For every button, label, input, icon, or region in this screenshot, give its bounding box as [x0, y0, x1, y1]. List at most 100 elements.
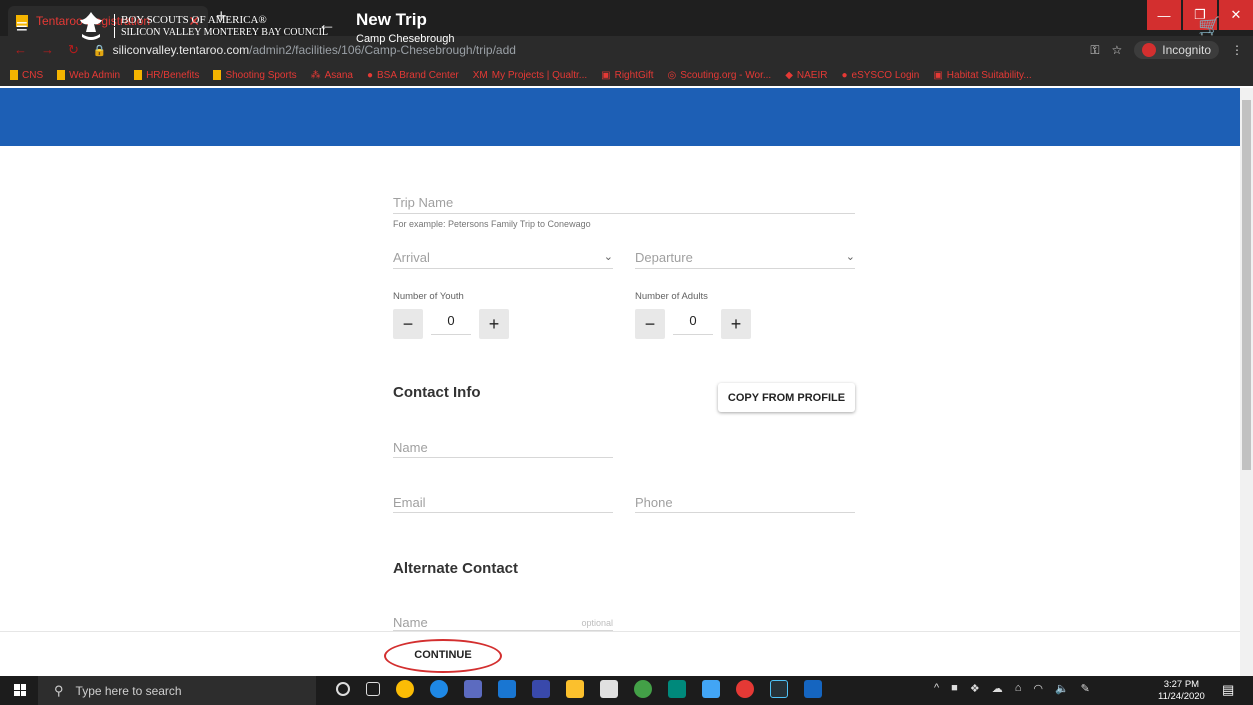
decrement-button[interactable]: −	[635, 309, 665, 339]
volume-icon[interactable]: 🔈	[1055, 682, 1069, 695]
clock-date: 11/24/2020	[1158, 691, 1205, 702]
bookmark-item[interactable]: ⁂ Asana	[311, 70, 353, 81]
bookmark-item[interactable]: ▣ RightGift	[601, 70, 653, 81]
youth-count[interactable]: 0	[431, 313, 471, 335]
more-menu-icon[interactable]: ⋮	[1231, 43, 1243, 57]
asana-icon: ⁂	[310, 69, 321, 81]
back-nav-icon[interactable]: ←	[14, 42, 27, 58]
bookmark-item[interactable]: ◆ NAEIR	[785, 70, 827, 81]
app-header	[0, 88, 1240, 146]
dropbox-icon[interactable]: ❖	[970, 682, 980, 695]
contact-name-input[interactable]: Name	[393, 439, 613, 458]
departure-select[interactable]: Departure ⌄	[635, 250, 855, 269]
url-field[interactable]: 🔒 siliconvalley.tentaroo.com /admin2/fac…	[93, 43, 516, 57]
url-path: /admin2/facilities/106/Camp-Chesebrough/…	[249, 43, 516, 57]
alternate-contact-heading: Alternate Contact	[393, 560, 519, 577]
sync-icon[interactable]	[634, 680, 652, 698]
star-icon[interactable]: ☆	[1112, 43, 1123, 57]
trip-name-input[interactable]: Trip Name	[393, 194, 855, 214]
adults-count[interactable]: 0	[673, 313, 713, 335]
continue-button[interactable]: CONTINUE	[388, 641, 498, 669]
pen-icon[interactable]: ✎	[1081, 682, 1090, 695]
phone-field[interactable]: Phone	[635, 494, 855, 513]
bookmark-item[interactable]: ◎ Scouting.org - Wor...	[668, 70, 772, 81]
address-bar-row: ← → ↻ 🔒 siliconvalley.tentaroo.com /admi…	[0, 36, 1253, 64]
folder-icon	[213, 70, 222, 80]
chevron-up-icon[interactable]: ^	[934, 682, 939, 695]
email-field[interactable]: Email	[393, 494, 613, 513]
taskbar-search-input[interactable]: ⚲ Type here to search	[38, 676, 316, 705]
increment-button[interactable]: +	[479, 309, 509, 339]
adults-label: Number of Adults	[635, 291, 708, 302]
network-icon[interactable]: ⌂	[1015, 682, 1022, 695]
folder-icon	[10, 70, 18, 80]
alt-name-placeholder: Name	[393, 615, 428, 630]
hamburger-menu-icon[interactable]: ≡	[16, 16, 28, 39]
qualtrics-icon: XM	[472, 69, 488, 81]
outlook-icon[interactable]	[498, 680, 516, 698]
page-title: New Trip	[356, 10, 427, 29]
word-icon[interactable]	[804, 680, 822, 698]
onedrive-icon[interactable]: ☁	[992, 682, 1003, 695]
email-placeholder: Email	[393, 495, 426, 510]
wifi-icon[interactable]: ◠	[1033, 682, 1043, 695]
bookmark-item[interactable]: Shooting Sports	[213, 70, 297, 81]
chrome-icon[interactable]	[396, 680, 414, 698]
edge-icon[interactable]	[430, 680, 448, 698]
close-window-icon[interactable]: ✕	[1219, 0, 1253, 30]
cart-icon[interactable]: 🛒	[1198, 16, 1220, 37]
file-explorer-icon[interactable]	[566, 680, 584, 698]
bookmark-item[interactable]: ▣ Habitat Suitability...	[933, 70, 1031, 81]
naeir-icon: ◆	[785, 69, 793, 81]
incognito-icon	[1142, 43, 1157, 57]
task-view-icon[interactable]	[366, 682, 380, 696]
copy-from-profile-button[interactable]: COPY FROM PROFILE	[718, 383, 855, 412]
bookmark-item[interactable]: XM My Projects | Qualtr...	[473, 70, 587, 81]
increment-button[interactable]: +	[721, 309, 751, 339]
incognito-badge[interactable]: Incognito	[1134, 41, 1219, 59]
mail-icon[interactable]	[702, 680, 720, 698]
bookmark-item[interactable]: CNS	[10, 70, 43, 81]
bookmark-item[interactable]: ● BSA Brand Center	[367, 70, 459, 81]
notification-icon[interactable]: ▤	[1222, 682, 1234, 698]
reload-icon[interactable]: ↻	[68, 42, 79, 58]
youth-stepper: − 0 +	[393, 309, 509, 339]
scrollbar-thumb[interactable]	[1242, 100, 1251, 470]
bsa-emblem-icon[interactable]	[76, 10, 106, 44]
back-arrow-icon[interactable]: ←	[318, 14, 336, 35]
document-icon[interactable]	[600, 680, 618, 698]
forward-nav-icon[interactable]: →	[41, 42, 54, 58]
app-icon[interactable]	[532, 680, 550, 698]
address-actions: ⚿ ☆ Incognito ⋮	[1090, 41, 1243, 59]
trip-name-hint: For example: Petersons Family Trip to Co…	[393, 219, 591, 229]
incognito-label: Incognito	[1162, 43, 1211, 57]
app-icon[interactable]	[736, 680, 754, 698]
calculator-icon[interactable]	[668, 680, 686, 698]
cortana-icon[interactable]	[336, 682, 350, 696]
bsa-icon: ●	[366, 69, 374, 81]
taskbar-clock[interactable]: 3:27 PM 11/24/2020	[1158, 679, 1205, 703]
contact-name-placeholder: Name	[393, 440, 428, 455]
windows-start-icon[interactable]	[14, 684, 26, 696]
bookmark-item[interactable]: ● eSYSCO Login	[841, 70, 919, 81]
minimize-icon[interactable]: —	[1147, 0, 1181, 30]
bookmark-item[interactable]: Web Admin	[57, 70, 120, 81]
clock-time: 3:27 PM	[1163, 679, 1200, 690]
alt-name-input[interactable]: Name optional	[393, 615, 613, 631]
taskbar-apps	[336, 680, 822, 698]
page-subtitle: Camp Chesebrough	[356, 33, 455, 45]
youth-label: Number of Youth	[393, 291, 464, 302]
tray-app-icon[interactable]: ■	[951, 682, 958, 695]
org-name-line2: SILICON VALLEY MONTEREY BAY COUNCIL	[114, 27, 328, 38]
scouting-icon: ◎	[667, 69, 677, 81]
lightroom-icon[interactable]	[770, 680, 788, 698]
decrement-button[interactable]: −	[393, 309, 423, 339]
system-tray: ^ ■ ❖ ☁ ⌂ ◠ 🔈 ✎	[934, 682, 1090, 695]
teams-icon[interactable]	[464, 680, 482, 698]
arrival-select[interactable]: Arrival ⌄	[393, 250, 613, 269]
key-icon[interactable]: ⚿	[1090, 43, 1099, 58]
folder-icon	[57, 70, 66, 80]
url-host: siliconvalley.tentaroo.com	[112, 43, 250, 57]
bookmark-item[interactable]: HR/Benefits	[134, 70, 199, 81]
chevron-down-icon: ⌄	[603, 251, 613, 263]
